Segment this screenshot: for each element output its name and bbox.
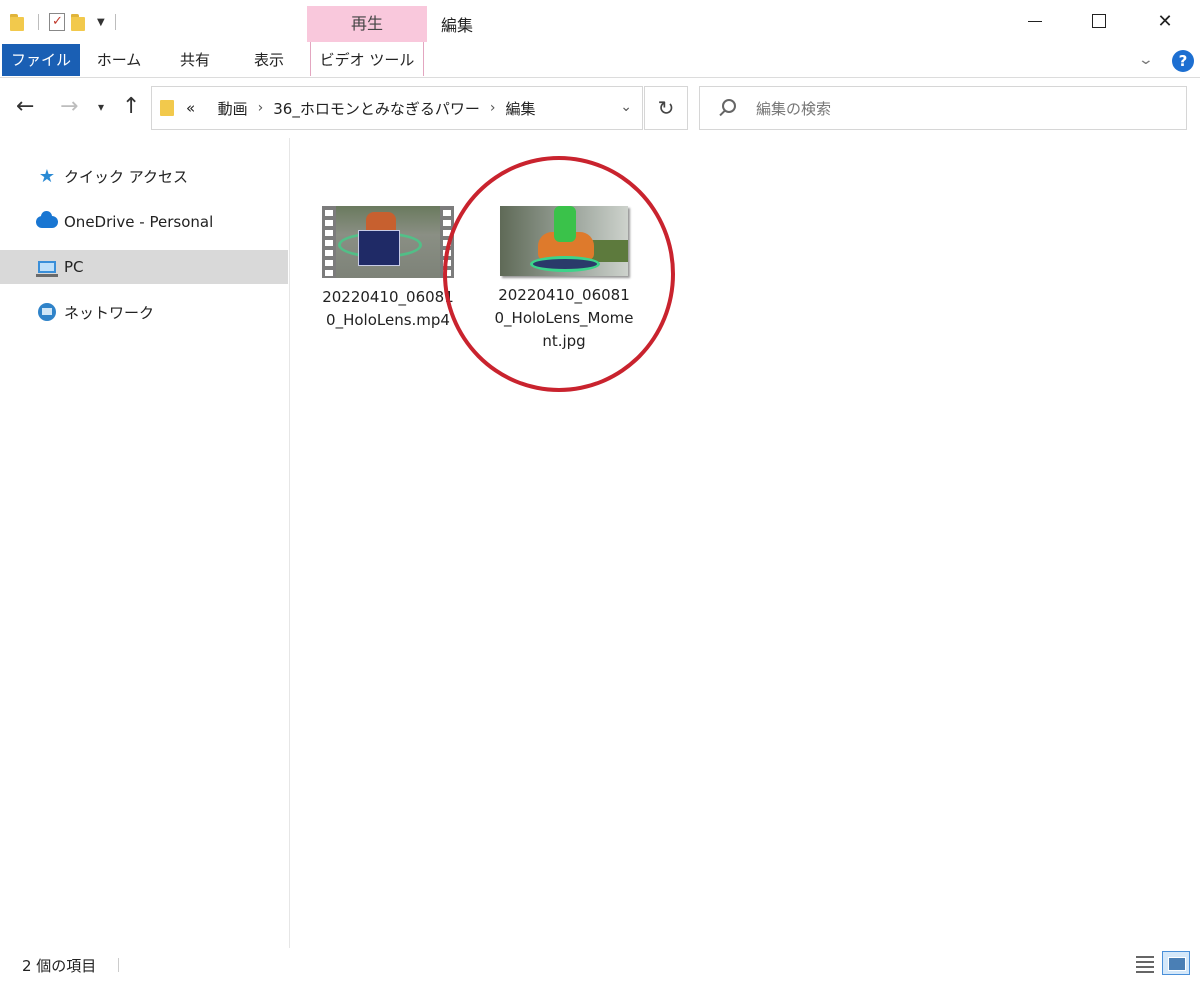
maximize-button[interactable] <box>1068 0 1130 42</box>
search-input[interactable] <box>756 97 1156 121</box>
window-title: 編集 <box>441 16 474 35</box>
breadcrumb-overflow[interactable]: « <box>186 99 195 117</box>
toolbar-divider <box>38 14 39 30</box>
video-thumbnail <box>322 206 454 278</box>
breadcrumb-separator <box>203 100 207 116</box>
breadcrumb-holomon-folder[interactable]: 36_ホロモンとみなぎるパワー <box>273 98 480 119</box>
new-folder-icon[interactable] <box>71 14 89 31</box>
close-icon: ✕ <box>1157 10 1173 32</box>
file-item-video[interactable]: 20220410_060810_HoloLens.mp4 <box>318 206 458 332</box>
item-count: 2 個の項目 <box>22 957 97 975</box>
navigation-bar: ← → ▾ ↑ « 動画 › 36_ホロモンとみなぎるパワー › 編集 ⌄ ↻ <box>0 80 1200 134</box>
search-icon <box>722 99 736 113</box>
title-bar: ✓ ▼ 再生 編集 ✕ <box>0 0 1200 42</box>
breadcrumb-chevron-icon[interactable]: › <box>490 100 496 116</box>
tab-video-tools[interactable]: ビデオ ツール <box>310 42 424 76</box>
breadcrumb-edit[interactable]: 編集 <box>505 98 535 119</box>
properties-icon[interactable]: ✓ <box>49 13 65 31</box>
sidebar-item-onedrive[interactable]: OneDrive - Personal <box>0 205 288 239</box>
sidebar-item-label: クイック アクセス <box>64 167 189 186</box>
refresh-button[interactable]: ↻ <box>644 86 688 130</box>
context-tab-play: 再生 <box>307 6 427 42</box>
status-divider <box>118 958 119 972</box>
maximize-icon <box>1092 14 1106 28</box>
recent-locations-chevron-icon[interactable]: ▾ <box>98 100 104 114</box>
file-list: 20220410_060810_HoloLens.mp4 20220410_06… <box>292 138 1192 948</box>
expand-ribbon-chevron-icon[interactable]: ⌄ <box>1138 52 1154 68</box>
navigation-pane: ★ クイック アクセス OneDrive - Personal PC ネットワー… <box>0 138 290 948</box>
status-bar: 2 個の項目 <box>0 948 1200 981</box>
breadcrumb-videos[interactable]: 動画 <box>218 98 248 119</box>
close-button[interactable]: ✕ <box>1134 0 1196 42</box>
breadcrumb-chevron-icon[interactable]: › <box>258 100 264 116</box>
image-thumbnail <box>500 206 628 276</box>
address-bar[interactable]: « 動画 › 36_ホロモンとみなぎるパワー › 編集 ⌄ <box>151 86 643 130</box>
sidebar-item-label: OneDrive - Personal <box>64 213 214 231</box>
sidebar-item-network[interactable]: ネットワーク <box>0 295 288 329</box>
address-dropdown-icon[interactable]: ⌄ <box>620 99 632 115</box>
minimize-icon <box>1028 20 1042 22</box>
forward-arrow-icon[interactable]: → <box>60 94 78 119</box>
sidebar-item-label: PC <box>64 258 84 276</box>
toolbar-divider <box>114 14 116 30</box>
sidebar-item-label: ネットワーク <box>64 303 155 322</box>
onedrive-cloud-icon <box>36 211 58 231</box>
back-arrow-icon[interactable]: ← <box>16 94 34 119</box>
customize-toolbar-dropdown-icon[interactable]: ▼ <box>97 17 105 28</box>
help-icon[interactable]: ? <box>1172 50 1194 72</box>
up-arrow-icon[interactable]: ↑ <box>122 94 140 119</box>
tab-share[interactable]: 共有 <box>162 42 228 76</box>
pc-icon <box>36 258 58 277</box>
tab-file[interactable]: ファイル <box>2 44 80 76</box>
tab-view[interactable]: 表示 <box>236 42 302 76</box>
refresh-icon: ↻ <box>657 96 675 120</box>
tab-home[interactable]: ホーム <box>86 42 152 76</box>
file-item-image[interactable]: 20220410_060810_HoloLens_Moment.jpg <box>494 206 634 353</box>
search-box[interactable] <box>699 86 1187 130</box>
folder-icon <box>10 14 28 31</box>
sidebar-item-pc[interactable]: PC <box>0 250 288 284</box>
quick-access-toolbar: ✓ ▼ <box>10 10 120 34</box>
file-name: 20220410_060810_HoloLens_Moment.jpg <box>494 286 634 350</box>
details-view-icon[interactable] <box>1136 953 1156 973</box>
star-icon: ★ <box>38 165 56 187</box>
folder-icon <box>160 100 174 116</box>
minimize-button[interactable] <box>1004 0 1066 42</box>
file-name: 20220410_060810_HoloLens.mp4 <box>322 288 454 329</box>
ribbon-tabs: ファイル ホーム 共有 表示 ビデオ ツール ⌄ ? <box>0 42 1200 78</box>
sidebar-item-quick-access[interactable]: ★ クイック アクセス <box>0 159 288 193</box>
large-icons-view-icon[interactable] <box>1162 951 1190 975</box>
network-icon <box>36 303 58 321</box>
